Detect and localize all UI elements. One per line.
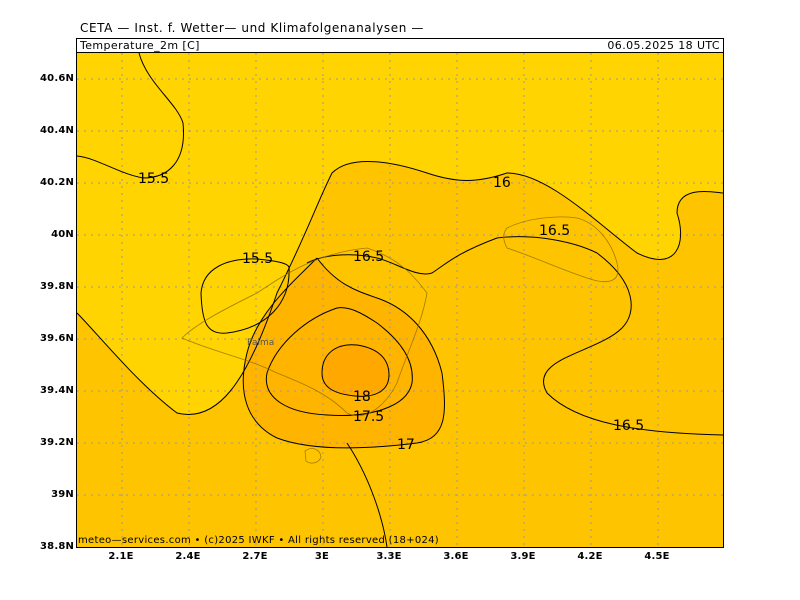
- y-label: 39.8N: [40, 281, 75, 292]
- temperature-map: [76, 52, 724, 548]
- contour-label-16-5-b: 16.5: [539, 223, 571, 239]
- contour-label-15-5-north: 15.5: [138, 171, 170, 187]
- copyright-footer: meteo—services.com • (c)2025 IWKF • All …: [78, 535, 440, 546]
- contour-label-18: 18: [353, 389, 371, 405]
- x-label: 3E: [314, 551, 330, 562]
- x-label: 2.4E: [175, 551, 201, 562]
- contour-label-17: 17: [397, 437, 415, 453]
- parameter-label: Temperature_2m [C]: [80, 39, 200, 52]
- source-title: CETA — Inst. f. Wetter— und Klimafolgena…: [80, 21, 424, 35]
- valid-time-label: 06.05.2025 18 UTC: [607, 39, 720, 52]
- x-label: 4.5E: [644, 551, 670, 562]
- map-header: Temperature_2m [C] 06.05.2025 18 UTC: [76, 38, 724, 52]
- contour-label-17-5: 17.5: [353, 409, 385, 425]
- x-label: 2.1E: [108, 551, 134, 562]
- x-label: 4.2E: [577, 551, 603, 562]
- y-label: 38.8N: [40, 541, 75, 552]
- y-label: 39.2N: [40, 437, 75, 448]
- y-label: 40.6N: [40, 73, 75, 84]
- x-label: 3.9E: [510, 551, 536, 562]
- contour-label-16: 16: [493, 175, 511, 191]
- y-label: 40N: [51, 229, 74, 240]
- y-label: 39N: [51, 489, 74, 500]
- contour-label-15-5-west: 15.5: [242, 251, 274, 267]
- y-label: 39.6N: [40, 333, 75, 344]
- map-canvas: [77, 53, 723, 547]
- x-label: 2.7E: [242, 551, 268, 562]
- x-label: 3.6E: [443, 551, 469, 562]
- y-label: 40.2N: [40, 177, 75, 188]
- city-palma: Palma: [247, 338, 275, 348]
- y-label: 40.4N: [40, 125, 75, 136]
- x-label: 3.3E: [376, 551, 402, 562]
- contour-label-16-5-a: 16.5: [353, 249, 385, 265]
- y-label: 39.4N: [40, 385, 75, 396]
- contour-label-16-5-c: 16.5: [613, 418, 645, 434]
